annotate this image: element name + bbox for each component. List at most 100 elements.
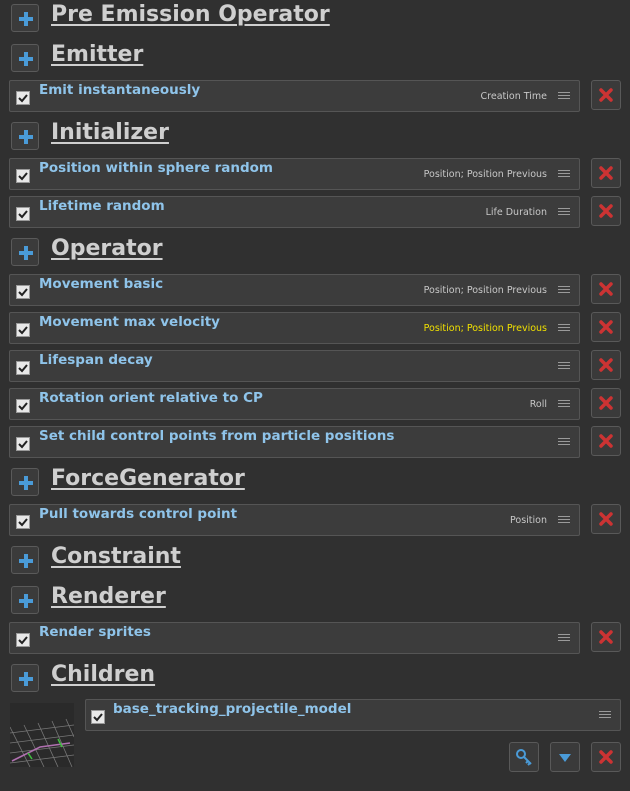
- checkmark-icon: [18, 94, 28, 103]
- checkmark-icon: [18, 636, 28, 645]
- drag-handle-icon[interactable]: [558, 400, 570, 409]
- add-initializer-button[interactable]: [11, 122, 39, 150]
- item-tag: Life Duration: [485, 207, 547, 218]
- delete-button[interactable]: [591, 158, 621, 188]
- drag-handle-icon[interactable]: [558, 286, 570, 295]
- enabled-checkbox[interactable]: [91, 710, 105, 724]
- enabled-checkbox[interactable]: [16, 361, 30, 375]
- plus-icon: [19, 554, 33, 568]
- checkmark-icon: [18, 326, 28, 335]
- delete-child-button[interactable]: [591, 742, 621, 772]
- checkmark-icon: [18, 210, 28, 219]
- drag-handle-icon[interactable]: [599, 711, 611, 720]
- red-x-icon: [599, 88, 613, 102]
- list-item-child-base-tracking-projectile-model[interactable]: base_tracking_projectile_model: [85, 699, 621, 731]
- red-x-icon: [599, 166, 613, 180]
- red-x-icon: [599, 204, 613, 218]
- child-options-dropdown[interactable]: [550, 742, 580, 772]
- list-item-position-within-sphere-random[interactable]: Position within sphere random Position; …: [9, 158, 580, 190]
- checkmark-icon: [18, 172, 28, 181]
- list-item-set-child-control-points[interactable]: Set child control points from particle p…: [9, 426, 580, 458]
- delete-button[interactable]: [591, 504, 621, 534]
- add-constraint-button[interactable]: [11, 546, 39, 574]
- list-item-movement-max-velocity[interactable]: Movement max velocity Position; Position…: [9, 312, 580, 344]
- plus-icon: [19, 594, 33, 608]
- item-tag: Position: [510, 515, 547, 526]
- section-title: Renderer: [51, 584, 166, 609]
- list-item-pull-towards-control-point[interactable]: Pull towards control point Position: [9, 504, 580, 536]
- enabled-checkbox[interactable]: [16, 169, 30, 183]
- delete-button[interactable]: [591, 274, 621, 304]
- drag-handle-icon[interactable]: [558, 438, 570, 447]
- drag-handle-icon[interactable]: [558, 516, 570, 525]
- red-x-icon: [599, 630, 613, 644]
- drag-handle-icon[interactable]: [558, 92, 570, 101]
- delete-button[interactable]: [591, 312, 621, 342]
- section-title: ForceGenerator: [51, 466, 245, 491]
- red-x-icon: [599, 358, 613, 372]
- checkmark-icon: [18, 364, 28, 373]
- section-title: Emitter: [51, 42, 144, 67]
- enabled-checkbox[interactable]: [16, 285, 30, 299]
- drag-handle-icon[interactable]: [558, 634, 570, 643]
- drag-handle-icon[interactable]: [558, 208, 570, 217]
- add-emitter-button[interactable]: [11, 44, 39, 72]
- enabled-checkbox[interactable]: [16, 207, 30, 221]
- child-label: base_tracking_projectile_model: [113, 701, 352, 717]
- chevron-down-icon: [559, 754, 571, 762]
- red-x-icon: [599, 396, 613, 410]
- child-thumbnail[interactable]: [9, 703, 75, 768]
- key-icon: [516, 749, 532, 766]
- enabled-checkbox[interactable]: [16, 633, 30, 647]
- edit-child-button[interactable]: [509, 742, 539, 772]
- section-title: Pre Emission Operator: [51, 2, 330, 27]
- add-operator-button[interactable]: [11, 238, 39, 266]
- enabled-checkbox[interactable]: [16, 323, 30, 337]
- delete-button[interactable]: [591, 80, 621, 110]
- delete-button[interactable]: [591, 196, 621, 226]
- item-label: Pull towards control point: [39, 506, 238, 522]
- red-x-icon: [599, 320, 613, 334]
- delete-button[interactable]: [591, 426, 621, 456]
- delete-button[interactable]: [591, 350, 621, 380]
- add-renderer-button[interactable]: [11, 586, 39, 614]
- list-item-lifespan-decay[interactable]: Lifespan decay: [9, 350, 580, 382]
- checkmark-icon: [93, 713, 103, 722]
- add-force-generator-button[interactable]: [11, 468, 39, 496]
- item-label: Position within sphere random: [39, 160, 273, 176]
- drag-handle-icon[interactable]: [558, 170, 570, 179]
- checkmark-icon: [18, 518, 28, 527]
- list-item-rotation-orient-relative-to-cp[interactable]: Rotation orient relative to CP Roll: [9, 388, 580, 420]
- item-label: Lifespan decay: [39, 352, 153, 368]
- item-label: Render sprites: [39, 624, 151, 640]
- enabled-checkbox[interactable]: [16, 91, 30, 105]
- section-title: Operator: [51, 236, 163, 261]
- item-label: Movement basic: [39, 276, 164, 292]
- item-tag: Position; Position Previous: [423, 169, 547, 180]
- enabled-checkbox[interactable]: [16, 399, 30, 413]
- section-title: Children: [51, 662, 156, 687]
- plus-icon: [19, 672, 33, 686]
- section-title: Constraint: [51, 544, 181, 569]
- delete-button[interactable]: [591, 622, 621, 652]
- list-item-movement-basic[interactable]: Movement basic Position; Position Previo…: [9, 274, 580, 306]
- enabled-checkbox[interactable]: [16, 515, 30, 529]
- add-pre-emission-operator-button[interactable]: [11, 4, 39, 32]
- enabled-checkbox[interactable]: [16, 437, 30, 451]
- add-children-button[interactable]: [11, 664, 39, 692]
- drag-handle-icon[interactable]: [558, 362, 570, 371]
- item-label: Lifetime random: [39, 198, 165, 214]
- item-tag: Roll: [529, 399, 547, 410]
- delete-button[interactable]: [591, 388, 621, 418]
- drag-handle-icon[interactable]: [558, 324, 570, 333]
- plus-icon: [19, 12, 33, 26]
- red-x-icon: [599, 282, 613, 296]
- item-tag: Position; Position Previous: [423, 323, 547, 334]
- list-item-lifetime-random[interactable]: Lifetime random Life Duration: [9, 196, 580, 228]
- item-label: Movement max velocity: [39, 314, 220, 330]
- red-x-icon: [599, 512, 613, 526]
- red-x-icon: [599, 434, 613, 448]
- list-item-render-sprites[interactable]: Render sprites: [9, 622, 580, 654]
- item-label: Set child control points from particle p…: [39, 428, 395, 444]
- list-item-emit-instantaneously[interactable]: Emit instantaneously Creation Time: [9, 80, 580, 112]
